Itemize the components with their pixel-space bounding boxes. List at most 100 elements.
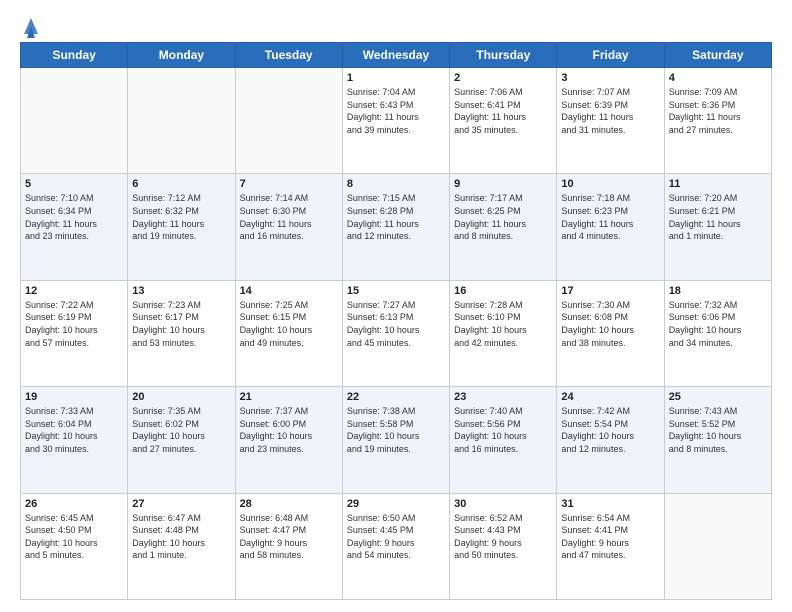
cell-info-text: Sunrise: 7:10 AM Sunset: 6:34 PM Dayligh… [25, 192, 123, 242]
cell-day-number: 21 [240, 391, 338, 403]
cell-info-text: Sunrise: 6:52 AM Sunset: 4:43 PM Dayligh… [454, 512, 552, 562]
cell-day-number: 3 [561, 72, 659, 84]
cell-info-text: Sunrise: 6:48 AM Sunset: 4:47 PM Dayligh… [240, 512, 338, 562]
cell-info-text: Sunrise: 7:40 AM Sunset: 5:56 PM Dayligh… [454, 405, 552, 455]
calendar-cell: 29 Sunrise: 6:50 AM Sunset: 4:45 PM Dayli… [342, 493, 449, 599]
cell-day-number: 22 [347, 391, 445, 403]
cell-day-number: 4 [669, 72, 767, 84]
calendar-cell: 22 Sunrise: 7:38 AM Sunset: 5:58 PM Dayli… [342, 387, 449, 493]
page: SundayMondayTuesdayWednesdayThursdayFrid… [0, 0, 792, 612]
cell-day-number: 17 [561, 285, 659, 297]
cell-info-text: Sunrise: 7:33 AM Sunset: 6:04 PM Dayligh… [25, 405, 123, 455]
cell-info-text: Sunrise: 7:35 AM Sunset: 6:02 PM Dayligh… [132, 405, 230, 455]
calendar-week-row: 26 Sunrise: 6:45 AM Sunset: 4:50 PM Dayli… [21, 493, 772, 599]
cell-info-text: Sunrise: 7:28 AM Sunset: 6:10 PM Dayligh… [454, 299, 552, 349]
calendar-cell: 13 Sunrise: 7:23 AM Sunset: 6:17 PM Dayli… [128, 280, 235, 386]
cell-day-number: 7 [240, 178, 338, 190]
calendar-cell: 8 Sunrise: 7:15 AM Sunset: 6:28 PM Daylig… [342, 174, 449, 280]
calendar-cell: 14 Sunrise: 7:25 AM Sunset: 6:15 PM Dayli… [235, 280, 342, 386]
cell-info-text: Sunrise: 7:30 AM Sunset: 6:08 PM Dayligh… [561, 299, 659, 349]
cell-info-text: Sunrise: 6:54 AM Sunset: 4:41 PM Dayligh… [561, 512, 659, 562]
calendar-cell: 19 Sunrise: 7:33 AM Sunset: 6:04 PM Dayli… [21, 387, 128, 493]
cell-info-text: Sunrise: 7:42 AM Sunset: 5:54 PM Dayligh… [561, 405, 659, 455]
calendar-cell: 9Sunrise: 7:17 AM Sunset: 6:25 PM Daylig… [450, 174, 557, 280]
calendar-cell: 10Sunrise: 7:18 AM Sunset: 6:23 PM Dayli… [557, 174, 664, 280]
logo-icon [22, 16, 40, 38]
cell-day-number: 29 [347, 498, 445, 510]
calendar-cell [21, 68, 128, 174]
cell-info-text: Sunrise: 7:14 AM Sunset: 6:30 PM Dayligh… [240, 192, 338, 242]
calendar-cell: 31 Sunrise: 6:54 AM Sunset: 4:41 PM Dayli… [557, 493, 664, 599]
calendar-cell: 15 Sunrise: 7:27 AM Sunset: 6:13 PM Dayli… [342, 280, 449, 386]
day-header-tuesday: Tuesday [235, 43, 342, 68]
calendar-cell: 16 Sunrise: 7:28 AM Sunset: 6:10 PM Dayli… [450, 280, 557, 386]
cell-day-number: 20 [132, 391, 230, 403]
day-header-friday: Friday [557, 43, 664, 68]
cell-info-text: Sunrise: 6:50 AM Sunset: 4:45 PM Dayligh… [347, 512, 445, 562]
cell-day-number: 16 [454, 285, 552, 297]
calendar-cell: 26 Sunrise: 6:45 AM Sunset: 4:50 PM Dayli… [21, 493, 128, 599]
cell-day-number: 19 [25, 391, 123, 403]
calendar-cell: 6Sunrise: 7:12 AM Sunset: 6:32 PM Daylig… [128, 174, 235, 280]
cell-info-text: Sunrise: 7:09 AM Sunset: 6:36 PM Dayligh… [669, 86, 767, 136]
cell-info-text: Sunrise: 7:07 AM Sunset: 6:39 PM Dayligh… [561, 86, 659, 136]
cell-info-text: Sunrise: 6:45 AM Sunset: 4:50 PM Dayligh… [25, 512, 123, 562]
cell-info-text: Sunrise: 7:06 AM Sunset: 6:41 PM Dayligh… [454, 86, 552, 136]
cell-day-number: 24 [561, 391, 659, 403]
cell-day-number: 27 [132, 498, 230, 510]
cell-day-number: 14 [240, 285, 338, 297]
day-header-wednesday: Wednesday [342, 43, 449, 68]
cell-day-number: 12 [25, 285, 123, 297]
day-header-thursday: Thursday [450, 43, 557, 68]
calendar-table: SundayMondayTuesdayWednesdayThursdayFrid… [20, 42, 772, 600]
cell-day-number: 10 [561, 178, 659, 190]
calendar-cell: 18Sunrise: 7:32 AM Sunset: 6:06 PM Dayli… [664, 280, 771, 386]
cell-info-text: Sunrise: 7:32 AM Sunset: 6:06 PM Dayligh… [669, 299, 767, 349]
cell-day-number: 6 [132, 178, 230, 190]
calendar-cell [664, 493, 771, 599]
calendar-cell: 12Sunrise: 7:22 AM Sunset: 6:19 PM Dayli… [21, 280, 128, 386]
calendar-cell [235, 68, 342, 174]
day-header-saturday: Saturday [664, 43, 771, 68]
day-header-monday: Monday [128, 43, 235, 68]
cell-info-text: Sunrise: 7:27 AM Sunset: 6:13 PM Dayligh… [347, 299, 445, 349]
cell-day-number: 31 [561, 498, 659, 510]
cell-day-number: 15 [347, 285, 445, 297]
cell-day-number: 13 [132, 285, 230, 297]
calendar-cell: 11 Sunrise: 7:20 AM Sunset: 6:21 PM Dayli… [664, 174, 771, 280]
calendar-cell: 21 Sunrise: 7:37 AM Sunset: 6:00 PM Dayli… [235, 387, 342, 493]
cell-info-text: Sunrise: 7:25 AM Sunset: 6:15 PM Dayligh… [240, 299, 338, 349]
cell-day-number: 26 [25, 498, 123, 510]
calendar-cell: 2 Sunrise: 7:06 AM Sunset: 6:41 PM Daylig… [450, 68, 557, 174]
cell-info-text: Sunrise: 7:15 AM Sunset: 6:28 PM Dayligh… [347, 192, 445, 242]
calendar-week-row: 12Sunrise: 7:22 AM Sunset: 6:19 PM Dayli… [21, 280, 772, 386]
calendar-cell: 25Sunrise: 7:43 AM Sunset: 5:52 PM Dayli… [664, 387, 771, 493]
logo [20, 16, 40, 34]
cell-day-number: 11 [669, 178, 767, 190]
cell-day-number: 5 [25, 178, 123, 190]
header [20, 16, 772, 34]
day-header-sunday: Sunday [21, 43, 128, 68]
calendar-cell: 1Sunrise: 7:04 AM Sunset: 6:43 PM Daylig… [342, 68, 449, 174]
cell-day-number: 8 [347, 178, 445, 190]
cell-day-number: 30 [454, 498, 552, 510]
calendar-cell: 17 Sunrise: 7:30 AM Sunset: 6:08 PM Dayli… [557, 280, 664, 386]
calendar-cell: 20 Sunrise: 7:35 AM Sunset: 6:02 PM Dayli… [128, 387, 235, 493]
cell-info-text: Sunrise: 7:38 AM Sunset: 5:58 PM Dayligh… [347, 405, 445, 455]
cell-day-number: 23 [454, 391, 552, 403]
calendar-week-row: 5 Sunrise: 7:10 AM Sunset: 6:34 PM Daylig… [21, 174, 772, 280]
cell-info-text: Sunrise: 7:37 AM Sunset: 6:00 PM Dayligh… [240, 405, 338, 455]
calendar-cell: 28Sunrise: 6:48 AM Sunset: 4:47 PM Dayli… [235, 493, 342, 599]
calendar-cell: 23 Sunrise: 7:40 AM Sunset: 5:56 PM Dayli… [450, 387, 557, 493]
cell-day-number: 2 [454, 72, 552, 84]
calendar-cell: 30 Sunrise: 6:52 AM Sunset: 4:43 PM Dayli… [450, 493, 557, 599]
cell-info-text: Sunrise: 7:43 AM Sunset: 5:52 PM Dayligh… [669, 405, 767, 455]
calendar-week-row: 1Sunrise: 7:04 AM Sunset: 6:43 PM Daylig… [21, 68, 772, 174]
cell-info-text: Sunrise: 7:17 AM Sunset: 6:25 PM Dayligh… [454, 192, 552, 242]
cell-info-text: Sunrise: 7:23 AM Sunset: 6:17 PM Dayligh… [132, 299, 230, 349]
cell-info-text: Sunrise: 7:20 AM Sunset: 6:21 PM Dayligh… [669, 192, 767, 242]
calendar-week-row: 19 Sunrise: 7:33 AM Sunset: 6:04 PM Dayli… [21, 387, 772, 493]
calendar-cell: 27Sunrise: 6:47 AM Sunset: 4:48 PM Dayli… [128, 493, 235, 599]
calendar-cell: 24 Sunrise: 7:42 AM Sunset: 5:54 PM Dayli… [557, 387, 664, 493]
calendar-cell: 7 Sunrise: 7:14 AM Sunset: 6:30 PM Daylig… [235, 174, 342, 280]
